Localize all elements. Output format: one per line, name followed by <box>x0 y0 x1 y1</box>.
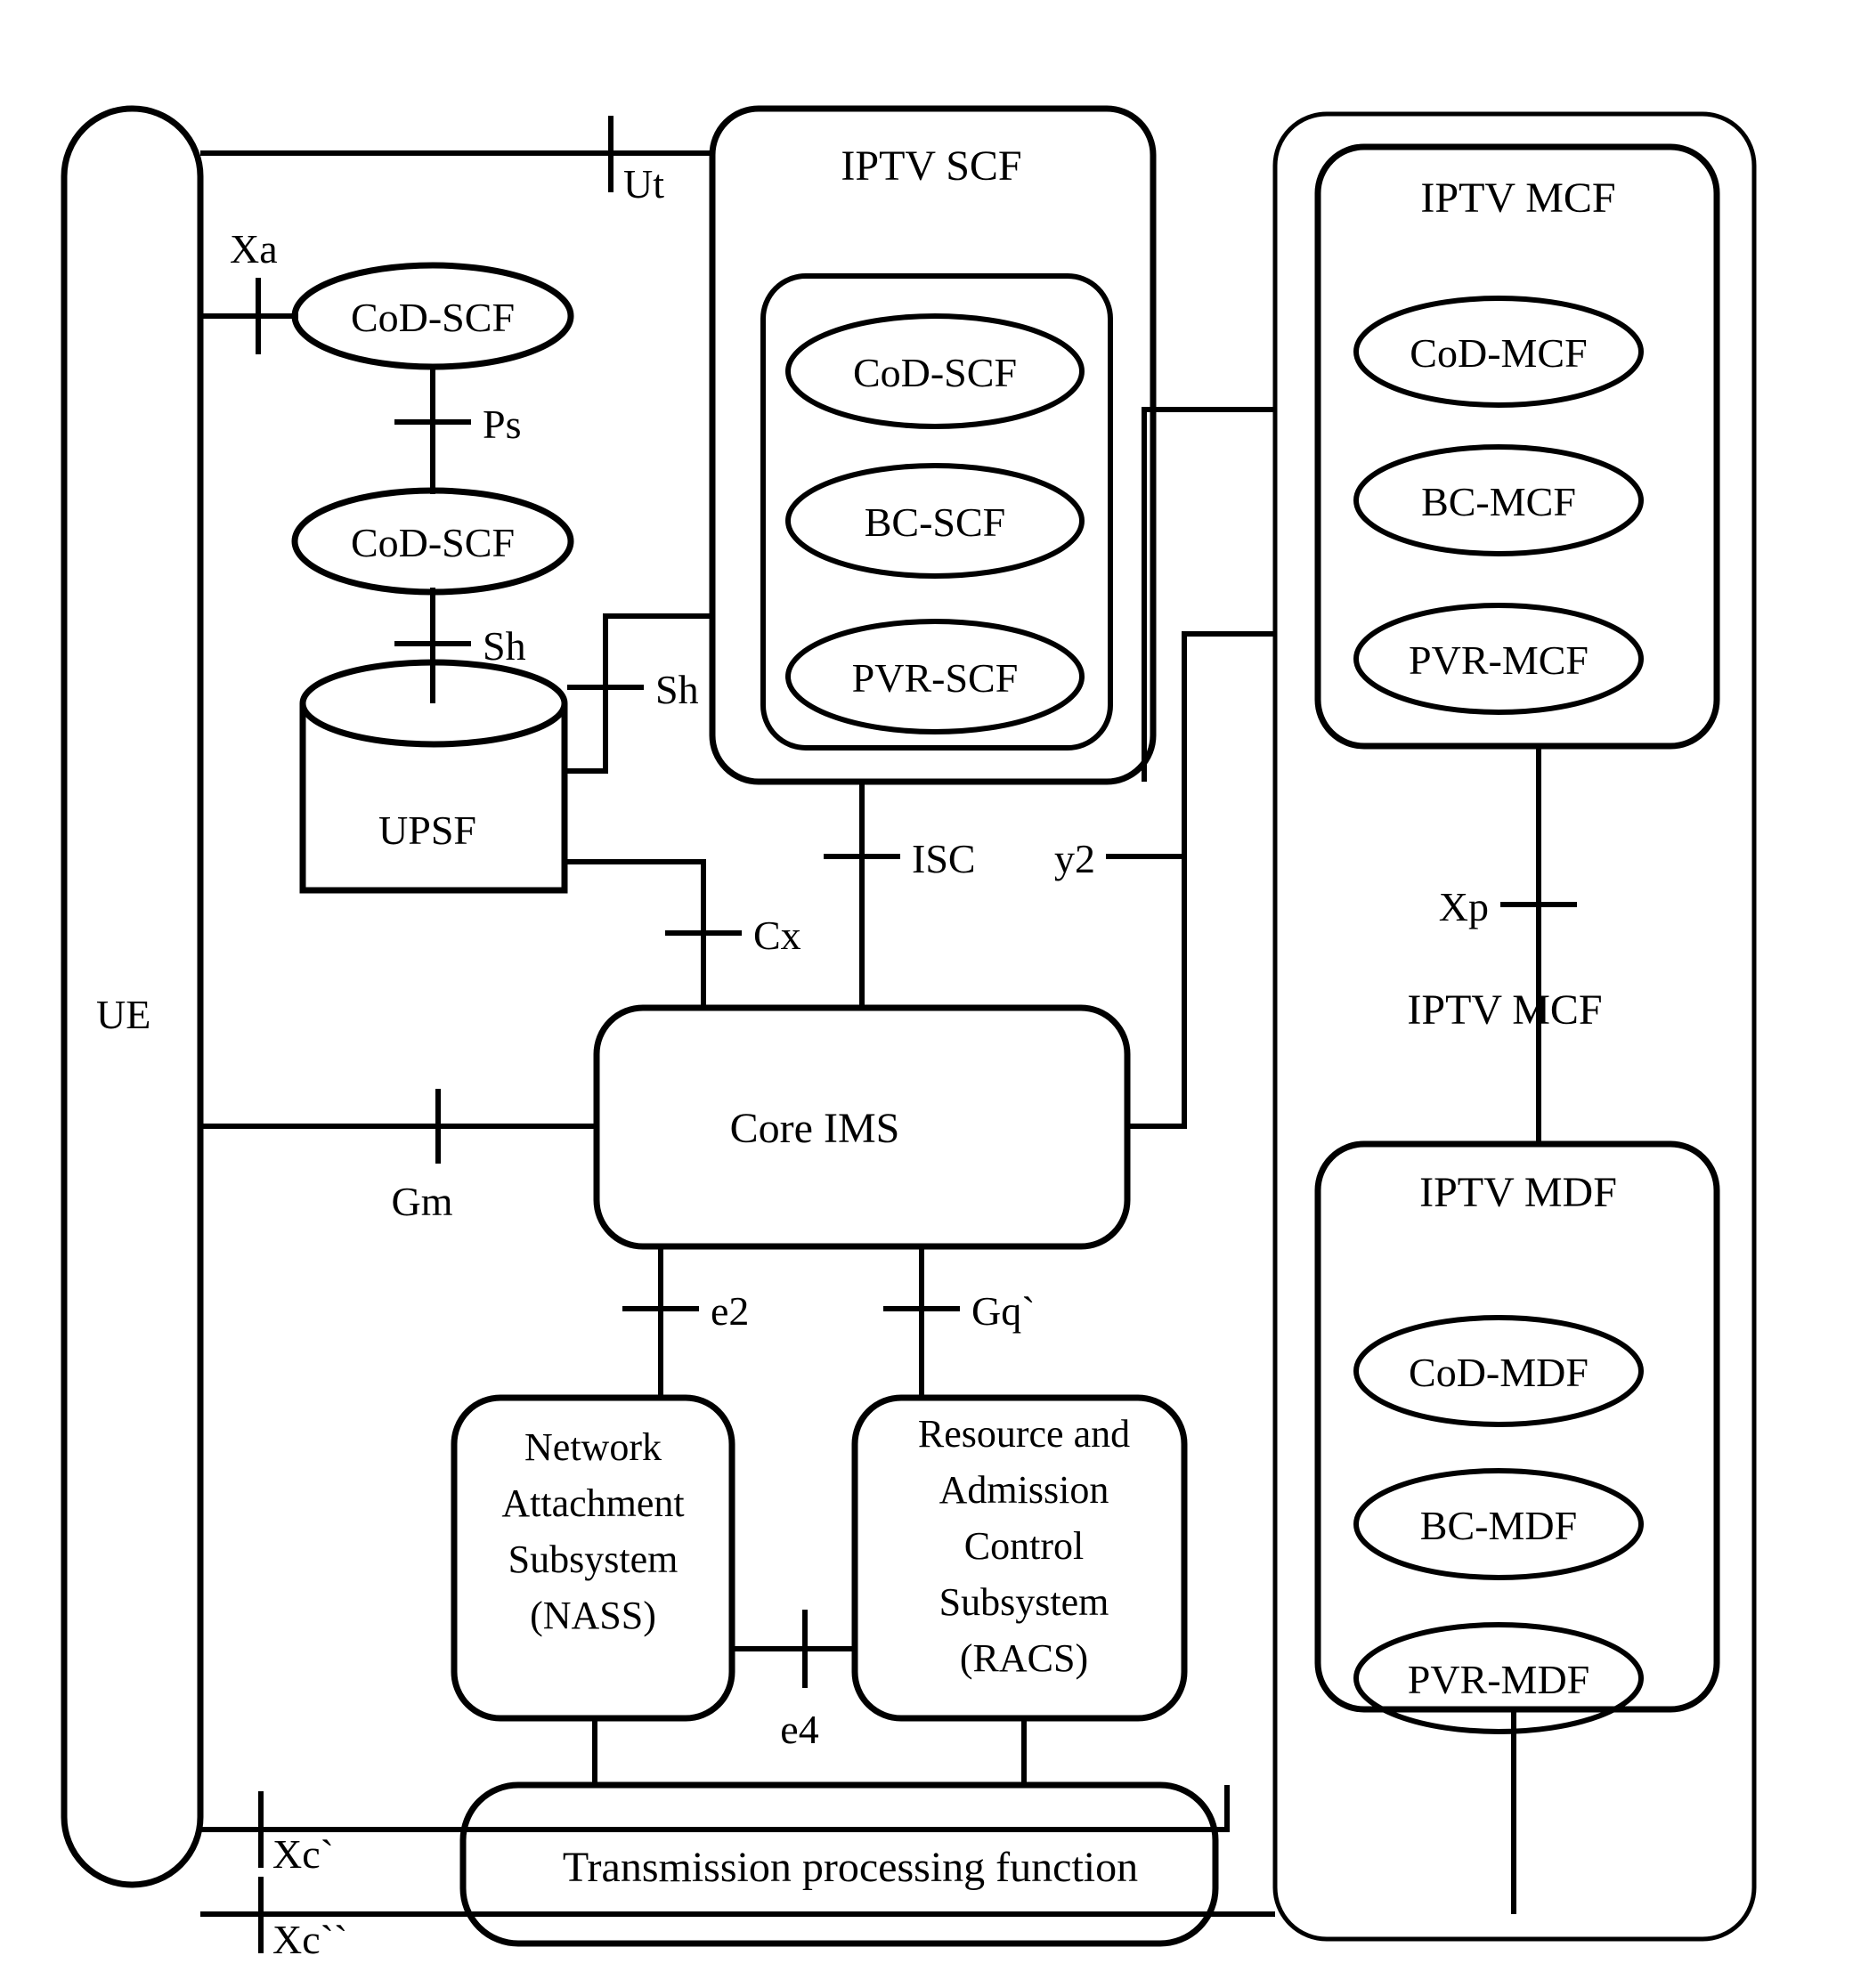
transmission-processing-label: Transmission processing function <box>563 1844 1138 1891</box>
nass-line-2: Attachment <box>501 1481 684 1525</box>
y2-label: y2 <box>1054 836 1095 881</box>
iptv-scf-label: IPTV SCF <box>841 142 1021 190</box>
wire-core-to-mcf <box>1127 631 1275 1129</box>
bc-mcf-label: BC-MCF <box>1421 479 1576 524</box>
iptv-mdf-label: IPTV MDF <box>1419 1169 1617 1216</box>
bc-mdf-label: BC-MDF <box>1420 1503 1577 1548</box>
e4-label: e4 <box>780 1707 818 1752</box>
xc1-label: Xc` <box>272 1831 334 1877</box>
iptv-mcf-label: IPTV MCF <box>1420 174 1615 222</box>
architecture-diagram: UE CoD-SCF CoD-SCF UPSF IPTV SCF CoD-SCF… <box>61 105 1757 1962</box>
racs-line-2: Admission <box>939 1468 1109 1512</box>
ps-label: Ps <box>483 402 521 447</box>
bc-scf-child-label: BC-SCF <box>865 499 1006 545</box>
cod-scf-1-label: CoD-SCF <box>351 295 515 340</box>
nass-line-4: (NASS) <box>530 1594 656 1637</box>
cod-mcf-label: CoD-MCF <box>1410 330 1587 376</box>
pvr-scf-child-label: PVR-SCF <box>852 655 1019 701</box>
gm-label: Gm <box>392 1179 453 1224</box>
cod-scf-child-label: CoD-SCF <box>853 350 1017 395</box>
xa-label: Xa <box>230 226 278 272</box>
gq-label: Gq` <box>971 1288 1036 1334</box>
diagram-canvas: UE CoD-SCF CoD-SCF UPSF IPTV SCF CoD-SCF… <box>0 0 1869 1988</box>
racs-line-1: Resource and <box>918 1412 1130 1456</box>
sh-left-label: Sh <box>483 623 526 669</box>
upsf-label: UPSF <box>378 807 476 853</box>
iptv-mcf-floating-label: IPTV MCF <box>1407 986 1602 1034</box>
xc2-label: Xc`` <box>272 1917 347 1962</box>
sh-right-label: Sh <box>655 667 699 712</box>
ue-label: UE <box>96 992 150 1037</box>
racs-label-group: Resource and Admission Control Subsystem… <box>918 1412 1130 1680</box>
nass-line-1: Network <box>524 1425 662 1469</box>
pvr-mdf-label: PVR-MDF <box>1408 1657 1590 1702</box>
racs-line-5: (RACS) <box>960 1636 1088 1680</box>
core-ims-label: Core IMS <box>730 1105 900 1152</box>
xp-label: Xp <box>1439 884 1489 929</box>
racs-line-3: Control <box>964 1524 1084 1568</box>
wire-xc1 <box>200 1785 1230 1832</box>
ut-label: Ut <box>623 161 664 207</box>
pvr-mcf-label: PVR-MCF <box>1409 637 1589 683</box>
isc-label: ISC <box>912 836 976 881</box>
cod-mdf-label: CoD-MDF <box>1409 1350 1589 1395</box>
e2-label: e2 <box>711 1288 749 1334</box>
cx-label: Cx <box>753 913 801 958</box>
nass-line-3: Subsystem <box>508 1538 679 1581</box>
racs-line-4: Subsystem <box>939 1580 1109 1624</box>
nass-label-group: Network Attachment Subsystem (NASS) <box>501 1425 684 1637</box>
connection-wires <box>200 150 1541 1917</box>
cod-scf-2-label: CoD-SCF <box>351 520 515 565</box>
wire-y2-upper <box>1142 407 1275 782</box>
